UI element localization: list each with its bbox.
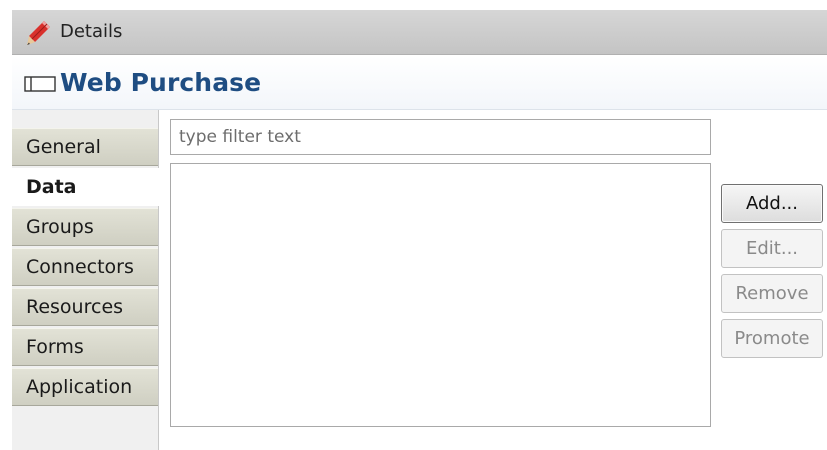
remove-button[interactable]: Remove bbox=[721, 274, 823, 313]
details-view-tab[interactable]: Details bbox=[12, 10, 827, 55]
data-list[interactable] bbox=[170, 163, 711, 427]
tab-forms[interactable]: Forms bbox=[12, 328, 158, 366]
tab-data[interactable]: Data bbox=[12, 168, 160, 206]
form-header: Web Purchase bbox=[12, 56, 827, 110]
form-icon bbox=[24, 76, 56, 92]
tab-general[interactable]: General bbox=[12, 128, 158, 166]
edit-button[interactable]: Edit... bbox=[721, 229, 823, 268]
promote-button[interactable]: Promote bbox=[721, 319, 823, 358]
pencil-icon bbox=[27, 21, 50, 45]
tab-application[interactable]: Application bbox=[12, 368, 158, 406]
add-button[interactable]: Add... bbox=[721, 184, 823, 223]
tab-connectors[interactable]: Connectors bbox=[12, 248, 158, 286]
form-title: Web Purchase bbox=[60, 68, 262, 97]
filter-input[interactable] bbox=[170, 119, 711, 155]
tab-resources[interactable]: Resources bbox=[12, 288, 158, 326]
section-tabs: General Data Groups Connectors Resources… bbox=[12, 110, 160, 450]
tab-groups[interactable]: Groups bbox=[12, 208, 158, 246]
details-view-title: Details bbox=[60, 21, 123, 42]
